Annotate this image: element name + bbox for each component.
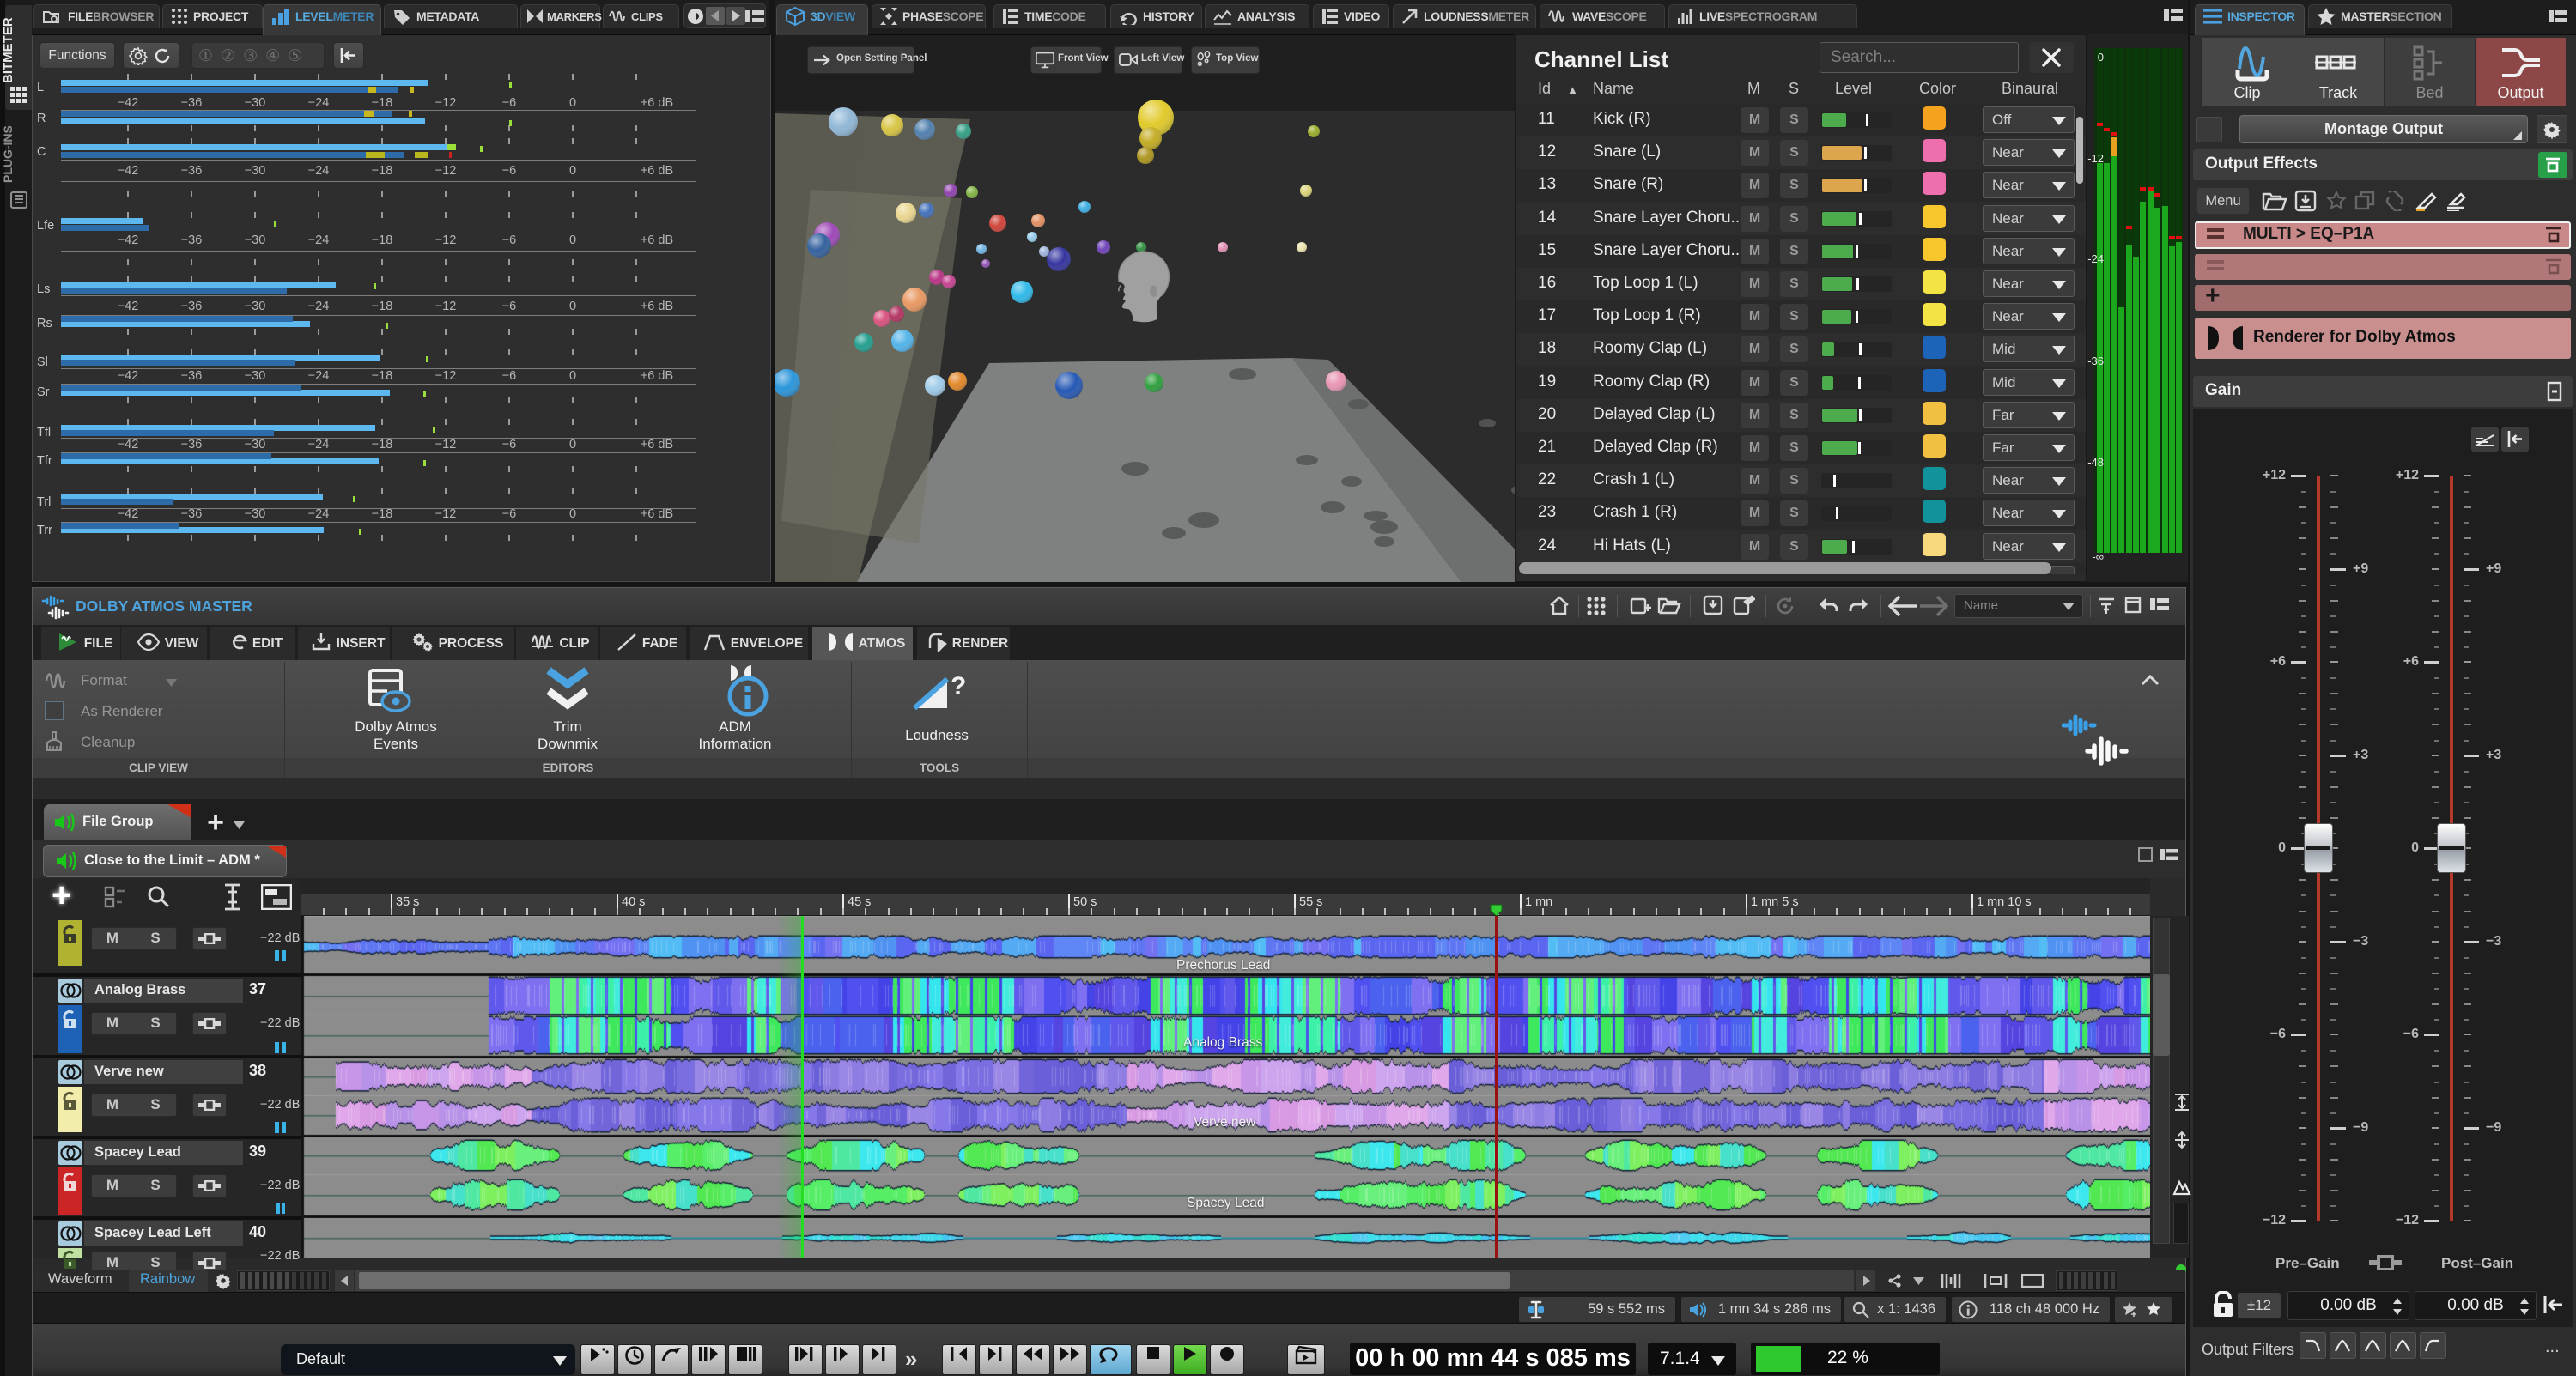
svg-text:?: ? bbox=[951, 672, 966, 700]
